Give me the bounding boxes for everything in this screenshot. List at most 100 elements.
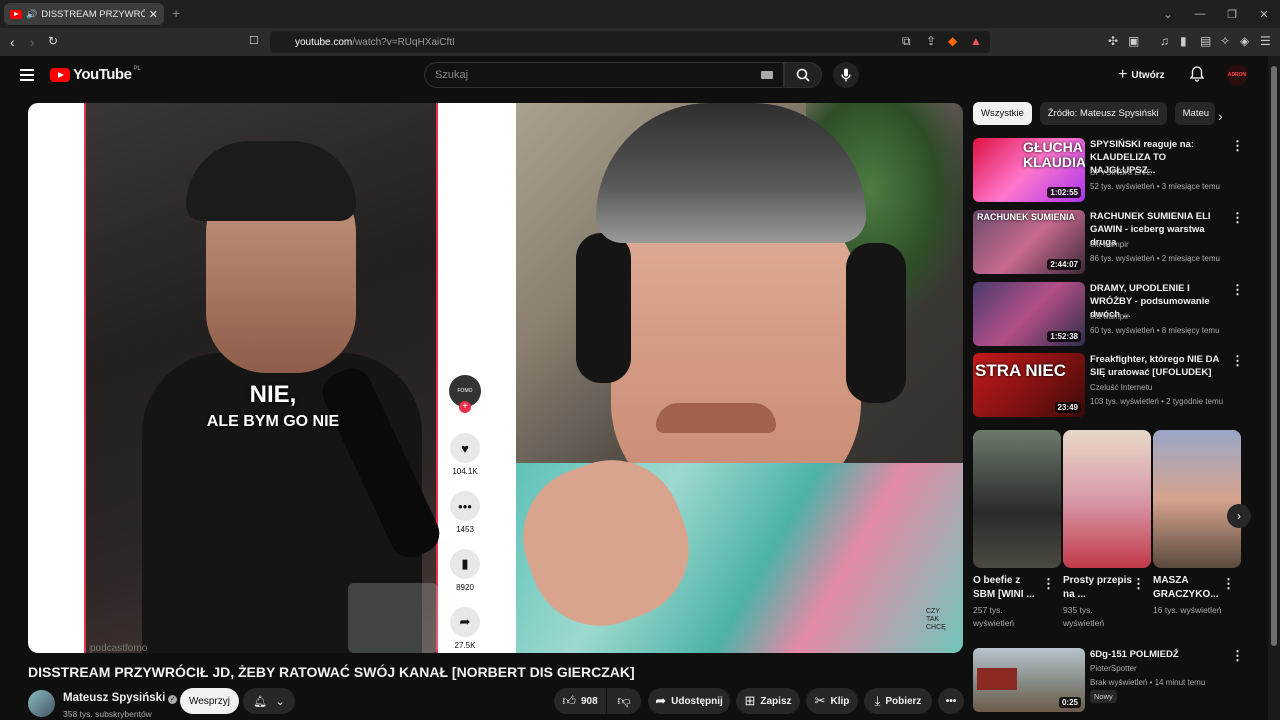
short-item[interactable]: MASZA GRACZYKO... 16 tys. wyświetleń ⋮: [1153, 430, 1241, 617]
maximize-icon[interactable]: ❐: [1216, 8, 1248, 21]
channel-avatar[interactable]: [28, 690, 55, 717]
person-cap-shape: [186, 141, 356, 221]
short-item[interactable]: O beefie z SBM [WINI ... 257 tys. wyświe…: [973, 430, 1061, 630]
channel-name[interactable]: Czeluść Internetu: [1090, 383, 1152, 392]
watermark: podcastfomo: [90, 643, 148, 653]
support-button[interactable]: Wesprzyj: [180, 688, 239, 714]
bookmark-icon[interactable]: ☐: [249, 34, 259, 47]
open-in-app-icon[interactable]: ⧉: [902, 34, 911, 49]
tab-list-icon[interactable]: ⌄: [1152, 8, 1184, 21]
like-button[interactable]: 👍︎ 908: [554, 688, 606, 714]
more-vertical-icon[interactable]: ⋮: [1231, 353, 1244, 369]
minimize-icon[interactable]: —: [1184, 8, 1216, 20]
more-vertical-icon[interactable]: ⋮: [1231, 648, 1244, 664]
short-title[interactable]: O beefie z SBM [WINI ...: [973, 574, 1045, 602]
more-vertical-icon[interactable]: ⋮: [1042, 576, 1055, 592]
channel-name[interactable]: PioterSpotter: [1090, 664, 1137, 673]
channel-info[interactable]: Mateusz Spysiński ✓ 358 tys. subskrybentó…: [28, 688, 178, 719]
chips-next-icon[interactable]: ›: [1218, 108, 1223, 124]
page-scrollbar[interactable]: [1268, 56, 1280, 720]
video-thumbnail[interactable]: STRA NIEC 23:49: [973, 353, 1085, 417]
related-video-item[interactable]: 1:52:38 DRAMY, UPODLENIE I WRÓŻBY - pods…: [973, 282, 1263, 348]
video-player[interactable]: NIE, ALE BYM GO NIE podcastfomo FOMO + ♥…: [28, 103, 963, 653]
short-title[interactable]: Prosty przepis na ...: [1063, 574, 1135, 602]
more-vertical-icon[interactable]: ⋮: [1231, 210, 1244, 226]
create-button[interactable]: + Utwórz: [1118, 66, 1165, 84]
channel-name[interactable]: ela wampir: [1090, 312, 1129, 321]
download-button[interactable]: ⤓ Pobierz: [864, 688, 932, 714]
dislike-button[interactable]: 👎︎: [607, 688, 641, 714]
reload-icon[interactable]: ↻: [48, 34, 58, 48]
video-title[interactable]: Freakfighter, którego NIE DA SIĘ uratowa…: [1090, 353, 1222, 379]
more-vertical-icon[interactable]: ⋮: [1222, 576, 1235, 592]
related-video-item[interactable]: GŁUCHA KLAUDIA 1:02:55 SPYSIŃSKI reaguje…: [973, 138, 1263, 204]
comment-icon: •••: [450, 491, 480, 521]
more-actions-button[interactable]: •••: [938, 688, 964, 714]
ai-icon[interactable]: ✧: [1220, 34, 1230, 48]
vpn-icon[interactable]: ◈: [1240, 34, 1249, 48]
chip-channel[interactable]: Mateu: [1174, 102, 1215, 125]
reader-icon[interactable]: ▣: [1128, 34, 1139, 48]
more-vertical-icon[interactable]: ⋮: [1132, 576, 1145, 592]
share-page-icon[interactable]: ⇪: [926, 34, 936, 48]
more-vertical-icon[interactable]: ⋮: [1231, 138, 1244, 154]
sidebar-icon[interactable]: ▮: [1180, 34, 1187, 48]
save-button[interactable]: ⊞ Zapisz: [736, 688, 800, 714]
channel-name[interactable]: Mateusz Spysiński: [63, 692, 165, 704]
search-button[interactable]: [784, 62, 822, 88]
bell-icon: 🔔︎: [253, 695, 268, 708]
share-label: Udostępnij: [671, 695, 723, 707]
subtitle-line-2: ALE BYM GO NIE: [206, 413, 340, 430]
channel-name[interactable]: ela wampir: [1090, 240, 1129, 249]
short-thumbnail[interactable]: [1153, 430, 1241, 568]
chip-source[interactable]: Źródło: Mateusz Spysiński: [1039, 102, 1167, 125]
subscription-bell-button[interactable]: 🔔︎ ⌄: [243, 688, 295, 714]
voice-search-button[interactable]: [833, 62, 859, 88]
rewards-icon[interactable]: ▲: [970, 34, 982, 48]
short-thumbnail[interactable]: [973, 430, 1061, 568]
short-title[interactable]: MASZA GRACZYKO...: [1153, 574, 1225, 602]
new-tab-icon[interactable]: +: [172, 5, 180, 21]
related-video-item[interactable]: RACHUNEK SUMIENIA 2:44:07 RACHUNEK SUMIE…: [973, 210, 1263, 276]
music-icon[interactable]: ♫: [1160, 34, 1169, 48]
related-video-item[interactable]: 0:25 6Dg-151 POLMIEDŹ PioterSpotter Brak…: [973, 648, 1263, 714]
brave-shield-icon[interactable]: ◆: [948, 34, 957, 48]
video-title[interactable]: 6Dg-151 POLMIEDŹ: [1090, 648, 1222, 661]
close-window-icon[interactable]: ✕: [1248, 8, 1280, 21]
video-duration: 23:49: [1054, 402, 1081, 413]
account-avatar[interactable]: ADRON: [1226, 64, 1248, 86]
logo-text: YouTube: [73, 66, 132, 83]
shorts-next-button[interactable]: ›: [1227, 504, 1251, 528]
extensions-icon[interactable]: ✣: [1108, 34, 1118, 48]
menu-icon[interactable]: ☰: [1260, 34, 1271, 48]
close-tab-icon[interactable]: ✕: [149, 8, 158, 21]
video-meta: 60 tys. wyświetleń • 8 miesięcy temu: [1090, 326, 1220, 335]
video-thumbnail[interactable]: 0:25: [973, 648, 1085, 712]
search-input[interactable]: Szukaj: [424, 62, 784, 88]
back-icon[interactable]: ‹: [10, 34, 15, 50]
wallet-icon[interactable]: ▤: [1200, 34, 1211, 48]
clip-button[interactable]: ✂ Klip: [806, 688, 858, 714]
video-thumbnail[interactable]: GŁUCHA KLAUDIA 1:02:55: [973, 138, 1085, 202]
short-item[interactable]: Prosty przepis na ... 935 tys. wyświetle…: [1063, 430, 1151, 630]
video-thumbnail[interactable]: RACHUNEK SUMIENIA 2:44:07: [973, 210, 1085, 274]
share-button[interactable]: ➦ Udostępnij: [648, 688, 730, 714]
chip-all[interactable]: Wszystkie: [973, 102, 1032, 125]
scrollbar-thumb[interactable]: [1271, 66, 1277, 646]
hamburger-menu-icon[interactable]: [20, 69, 34, 84]
youtube-logo[interactable]: YouTube PL: [50, 66, 141, 83]
playlist-add-icon: ⊞: [744, 693, 756, 708]
keyboard-icon[interactable]: [761, 71, 773, 79]
browser-tab[interactable]: 🔊 DISSTREAM PRZYWRÓCIŁ JD ✕: [4, 3, 164, 25]
video-thumbnail[interactable]: 1:52:38: [973, 282, 1085, 346]
short-thumbnail[interactable]: [1063, 430, 1151, 568]
youtube-favicon-icon: [10, 9, 22, 19]
address-input[interactable]: youtube.com/watch?v=RUqHXaiCftI: [270, 31, 990, 53]
notifications-button[interactable]: [1189, 66, 1205, 87]
speaker-icon[interactable]: 🔊: [26, 9, 37, 20]
more-vertical-icon[interactable]: ⋮: [1231, 282, 1244, 298]
tab-title: DISSTREAM PRZYWRÓCIŁ JD: [41, 8, 145, 20]
forward-icon[interactable]: ›: [30, 34, 35, 50]
related-video-item[interactable]: STRA NIEC 23:49 Freakfighter, którego NI…: [973, 353, 1263, 419]
channel-name[interactable]: SPYSIŃSKI LIVE: [1090, 168, 1152, 177]
